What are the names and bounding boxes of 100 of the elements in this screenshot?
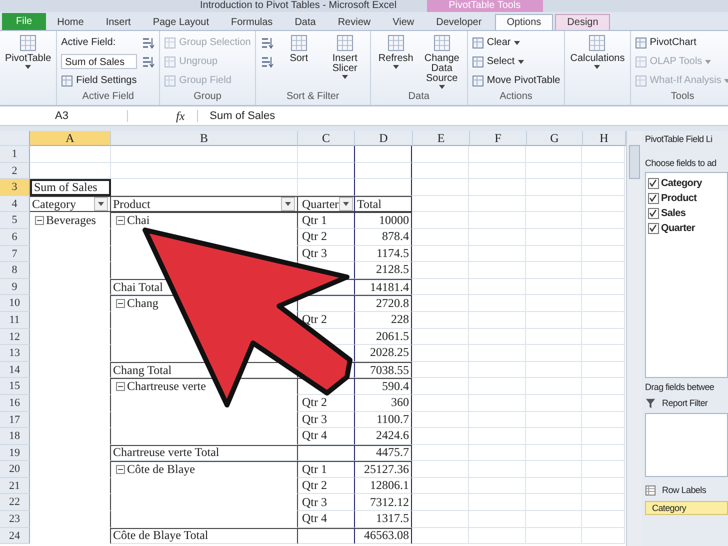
row-header[interactable]: 8 (0, 262, 30, 279)
name-box[interactable]: A3 (0, 110, 128, 122)
ribbon-tab[interactable]: Developer (425, 15, 493, 30)
row-header[interactable]: 19 (0, 444, 30, 462)
collapse-icon[interactable] (116, 299, 125, 308)
ribbon-tab[interactable]: Formulas (220, 15, 284, 30)
cell-text: Qtr 3 (302, 412, 328, 427)
collapse-icon[interactable] (116, 216, 125, 226)
field-checkbox[interactable] (648, 223, 659, 234)
active-field-input[interactable]: Sum of Sales (61, 54, 138, 69)
ribbon-button[interactable]: Move PivotTable (472, 72, 560, 90)
ribbon-button[interactable]: PivotTable (4, 33, 52, 90)
row-header[interactable]: 3 (0, 179, 30, 196)
vertical-scrollbar[interactable] (626, 131, 642, 546)
sort-order-icon[interactable] (141, 54, 156, 68)
button-label: Clear (486, 37, 511, 48)
row-header[interactable]: 5 (0, 212, 30, 229)
area-label: Row Labels (662, 485, 706, 495)
insert-function-button[interactable]: fx (176, 108, 185, 124)
column-header[interactable]: E (413, 131, 470, 146)
field-checkbox[interactable] (648, 193, 659, 204)
collapse-icon[interactable] (116, 465, 125, 474)
row-header[interactable]: 18 (0, 428, 30, 445)
row-header[interactable]: 6 (0, 228, 30, 246)
row-header[interactable]: 2 (0, 162, 30, 180)
ribbon-tab[interactable]: Page Layout (142, 15, 220, 30)
row-header[interactable]: 22 (0, 494, 30, 512)
collapse-icon[interactable] (116, 382, 125, 392)
ribbon-button[interactable]: Calculations (569, 33, 626, 90)
table-cell (526, 278, 582, 296)
filter-dropdown[interactable] (338, 197, 353, 212)
ribbon-tab[interactable]: View (382, 15, 426, 30)
sort-order-icon[interactable] (260, 54, 274, 68)
table-cell (582, 412, 625, 428)
ribbon-button[interactable]: Sort (278, 33, 320, 90)
button-label: Sort (288, 54, 310, 64)
table-cell (582, 394, 625, 412)
column-header[interactable]: F (470, 131, 527, 146)
row-header[interactable]: 4 (0, 196, 30, 212)
ribbon-tab[interactable]: Home (46, 15, 95, 30)
ribbon-tab[interactable]: Review (326, 15, 382, 30)
button-label: Group Selection (179, 37, 251, 48)
cell-text: Qtr 1 (302, 462, 328, 478)
ribbon-button[interactable]: Refresh (374, 33, 417, 90)
row-header[interactable]: 11 (0, 312, 30, 329)
ribbon-button[interactable]: Clear (472, 34, 560, 52)
row-header[interactable]: 15 (0, 378, 30, 395)
row-header[interactable]: 9 (0, 278, 30, 296)
ribbon-tab[interactable]: Design (555, 14, 610, 30)
filter-dropdown[interactable] (94, 197, 108, 212)
collapse-icon[interactable] (35, 216, 44, 225)
table-cell (469, 146, 526, 163)
cell-text: 1174.5 (376, 246, 409, 261)
row-header[interactable]: 13 (0, 345, 30, 362)
button-label: PivotTable (5, 54, 52, 64)
ribbon-button[interactable]: Change Data Source (420, 33, 463, 90)
row-header[interactable]: 24 (0, 528, 30, 544)
ribbon-button[interactable]: Field Settings (61, 72, 138, 90)
group-label: Actions (498, 91, 534, 103)
table-cell (469, 179, 526, 196)
row-header[interactable]: 1 (0, 146, 30, 163)
column-header[interactable]: G (527, 131, 583, 146)
row-header[interactable]: 21 (0, 478, 30, 494)
ribbon-tab[interactable]: File (2, 13, 46, 30)
table-cell (582, 262, 625, 279)
row-field-item[interactable]: Category (645, 501, 728, 515)
row-header[interactable]: 7 (0, 246, 30, 262)
table-cell (526, 378, 582, 395)
sort-order-icon[interactable] (260, 36, 274, 50)
filter-dropdown[interactable] (281, 197, 295, 212)
ribbon-tab[interactable]: Options (494, 14, 554, 30)
row-header[interactable]: 20 (0, 461, 30, 478)
row-header[interactable]: 12 (0, 328, 30, 346)
column-header[interactable]: C (298, 131, 355, 146)
sort-order-icon[interactable] (141, 36, 156, 50)
formula-input[interactable]: Sum of Sales (196, 110, 728, 122)
row-header[interactable]: 16 (0, 394, 30, 412)
ribbon-tab[interactable]: Data (284, 15, 327, 30)
column-header[interactable]: H (583, 131, 626, 146)
ribbon-tab[interactable]: Insert (94, 15, 142, 30)
column-header[interactable]: A (30, 131, 111, 146)
cell-text: 46563.08 (364, 528, 409, 544)
cell-text: 4475.7 (376, 445, 409, 460)
row-header[interactable]: 14 (0, 362, 30, 378)
row-header[interactable]: 23 (0, 511, 30, 528)
table-cell (582, 444, 625, 462)
ribbon-button[interactable]: PivotChart (634, 34, 728, 52)
column-header[interactable]: D (355, 131, 413, 146)
row-header[interactable]: 17 (0, 412, 30, 428)
ribbon-button[interactable]: Insert Slicer (324, 33, 366, 90)
table-cell (412, 212, 469, 229)
table-cell (469, 295, 526, 312)
cell-text: Chai (127, 213, 151, 228)
cell-text: Chai Total (113, 280, 164, 295)
button-label: Field Settings (76, 75, 137, 86)
row-header[interactable]: 10 (0, 295, 30, 312)
field-checkbox[interactable] (648, 208, 659, 219)
field-checkbox[interactable] (648, 178, 659, 189)
column-header[interactable]: B (111, 131, 298, 146)
ribbon-button[interactable]: Select (472, 52, 560, 70)
